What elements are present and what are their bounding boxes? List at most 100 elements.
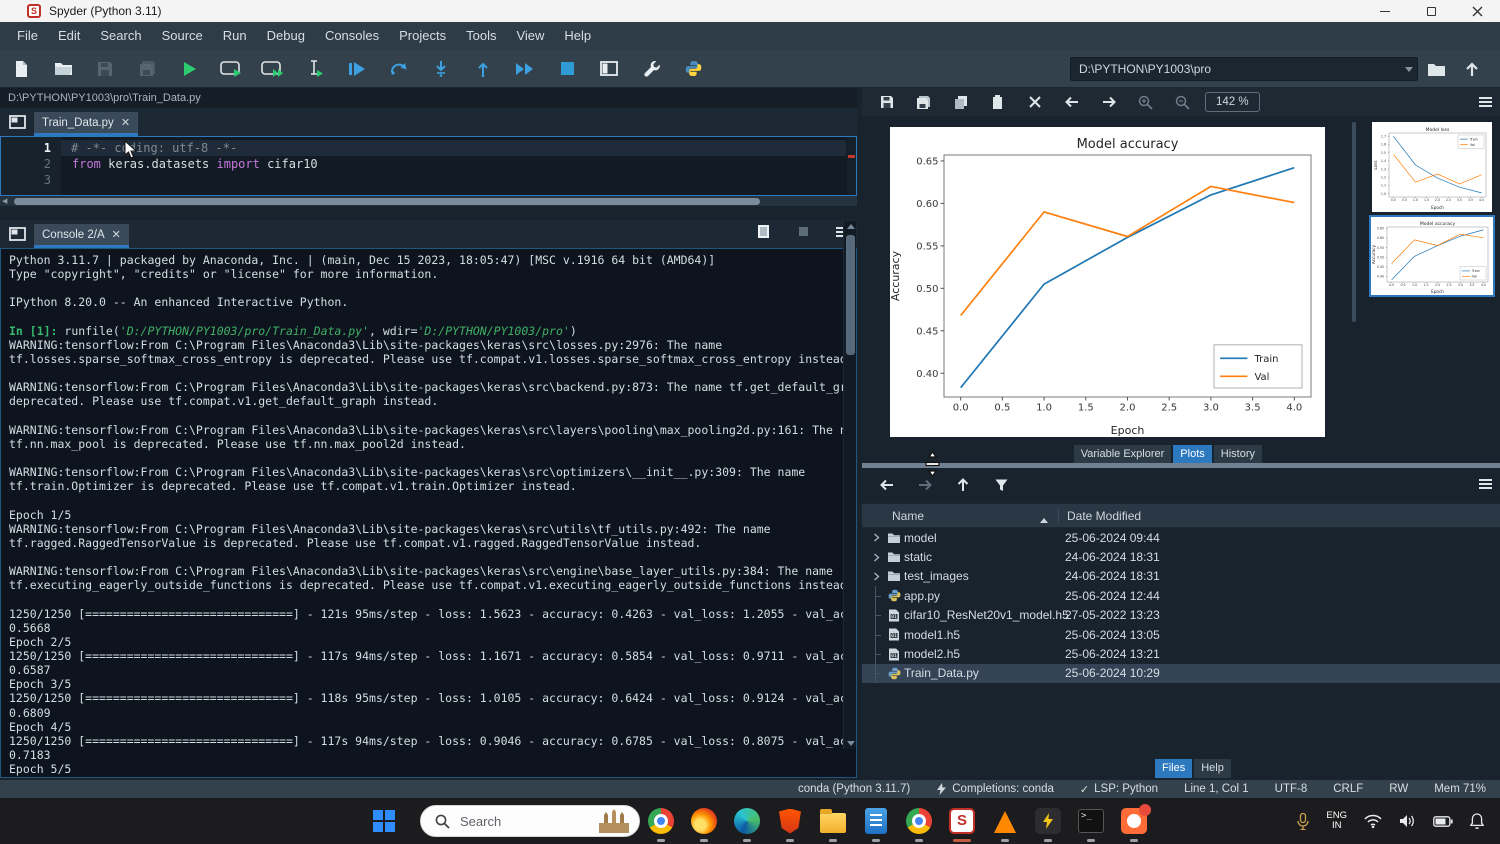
file-row-static[interactable]: static24-06-2024 18:31 — [862, 547, 1500, 566]
new-console-icon[interactable] — [756, 224, 771, 239]
console-scrollbar-thumb[interactable] — [846, 235, 855, 355]
taskbar-notepad[interactable] — [860, 805, 892, 837]
taskbar-vlc[interactable] — [989, 805, 1021, 837]
plot-thumbnail-loss[interactable]: 0.00.51.01.52.02.53.03.54.01.01.11.21.31… — [1372, 122, 1492, 212]
copy-plot-button[interactable] — [942, 88, 979, 116]
menu-search[interactable]: Search — [90, 22, 151, 50]
open-file-button[interactable] — [42, 50, 84, 88]
preferences-button[interactable] — [630, 50, 672, 88]
save-all-plots-button[interactable] — [905, 88, 942, 116]
parent-directory-button[interactable] — [1454, 57, 1490, 81]
new-file-button[interactable] — [0, 50, 42, 88]
browse-consoles-icon[interactable] — [0, 220, 34, 248]
debug-file-button[interactable] — [336, 50, 378, 88]
code-line[interactable]: from keras.datasets import cifar10 — [62, 156, 846, 172]
taskbar-spyder-active[interactable]: S — [946, 805, 978, 837]
continue-button[interactable] — [504, 50, 546, 88]
file-row-cifar10-resnet20v1-model-h5[interactable]: 01cifar10_ResNet20v1_model.h527-05-2022 … — [862, 606, 1500, 625]
menu-consoles[interactable]: Consoles — [315, 22, 389, 50]
editor-tab-train-data[interactable]: Train_Data.py ✕ — [34, 112, 138, 136]
taskbar-chrome-profile[interactable] — [903, 805, 935, 837]
expand-chevron-icon[interactable] — [873, 553, 880, 562]
minimize-button[interactable] — [1362, 0, 1408, 22]
run-cell-button[interactable] — [210, 50, 252, 88]
start-button[interactable] — [368, 805, 400, 837]
taskbar-postman[interactable] — [1118, 805, 1150, 837]
run-cell-advance-button[interactable] — [252, 50, 294, 88]
close-button[interactable] — [1454, 0, 1500, 22]
taskbar-search-box[interactable]: Search — [420, 805, 640, 837]
files-parent-button[interactable] — [944, 470, 982, 500]
zoom-in-button[interactable] — [1127, 88, 1164, 116]
tab-files[interactable]: Files — [1155, 759, 1192, 778]
menu-help[interactable]: Help — [554, 22, 601, 50]
taskbar-firefox[interactable] — [688, 805, 720, 837]
menu-edit[interactable]: Edit — [48, 22, 90, 50]
scroll-left-icon[interactable]: ◀ — [2, 197, 7, 205]
remove-all-plots-button[interactable] — [1016, 88, 1053, 116]
maximize-button[interactable] — [1408, 0, 1454, 22]
expand-chevron-icon[interactable] — [873, 533, 880, 542]
battery-icon[interactable] — [1433, 816, 1453, 827]
menu-file[interactable]: File — [7, 22, 48, 50]
rerun-button[interactable] — [378, 50, 420, 88]
tab-history[interactable]: History — [1214, 445, 1262, 464]
working-directory-combobox[interactable]: D:\PYTHON\PY1003\pro — [1070, 57, 1418, 81]
plots-options-icon[interactable] — [1479, 95, 1492, 109]
step-into-button[interactable] — [420, 50, 462, 88]
code-line[interactable] — [62, 172, 846, 188]
taskbar-lightning-app[interactable] — [1032, 805, 1064, 837]
file-row-train-data-py[interactable]: Train_Data.py25-06-2024 10:29 — [862, 664, 1500, 683]
tab-help[interactable]: Help — [1194, 759, 1231, 778]
wifi-icon[interactable] — [1364, 814, 1382, 828]
file-row-test-images[interactable]: test_images24-06-2024 18:31 — [862, 567, 1500, 586]
menu-run[interactable]: Run — [213, 22, 257, 50]
notifications-bell-icon[interactable] — [1470, 813, 1484, 829]
search-highlight-image[interactable] — [599, 809, 629, 833]
file-row-model[interactable]: model25-06-2024 09:44 — [862, 528, 1500, 547]
plot-thumbnail-accuracy-selected[interactable]: 0.00.51.01.52.02.53.03.54.00.400.450.500… — [1369, 215, 1495, 297]
run-file-button[interactable] — [168, 50, 210, 88]
files-back-button[interactable] — [868, 470, 906, 500]
file-row-model1-h5[interactable]: 01model1.h525-06-2024 13:05 — [862, 625, 1500, 644]
file-row-app-py[interactable]: app.py25-06-2024 12:44 — [862, 586, 1500, 605]
browse-tabs-icon[interactable] — [0, 108, 34, 136]
taskbar-chrome[interactable] — [645, 805, 677, 837]
editor-vertical-scrollbar[interactable] — [847, 137, 856, 195]
editor-horizontal-scrollbar[interactable]: ◀ — [0, 196, 857, 206]
column-header-name[interactable]: Name — [862, 509, 1058, 523]
ipython-console[interactable]: Python 3.11.7 | packaged by Anaconda, In… — [0, 248, 857, 778]
save-all-button[interactable] — [126, 50, 168, 88]
console-vertical-scrollbar[interactable] — [843, 221, 856, 749]
console-tab[interactable]: Console 2/A ✕ — [34, 224, 129, 248]
microphone-icon[interactable] — [1297, 813, 1309, 830]
tab-plots[interactable]: Plots — [1173, 445, 1211, 464]
step-return-button[interactable] — [462, 50, 504, 88]
speaker-icon[interactable] — [1399, 814, 1416, 828]
next-plot-button[interactable] — [1090, 88, 1127, 116]
save-button[interactable] — [84, 50, 126, 88]
taskbar-file-explorer[interactable] — [817, 805, 849, 837]
menu-tools[interactable]: Tools — [456, 22, 506, 50]
expand-chevron-icon[interactable] — [873, 572, 880, 581]
pane-splitter[interactable] — [862, 463, 1500, 468]
column-header-date-modified[interactable]: Date Modified — [1058, 509, 1500, 523]
scroll-down-icon[interactable] — [847, 741, 855, 746]
remove-plot-button[interactable] — [979, 88, 1016, 116]
save-plot-button[interactable] — [868, 88, 905, 116]
stop-button[interactable] — [546, 50, 588, 88]
menu-source[interactable]: Source — [152, 22, 213, 50]
thumbnails-scrollbar[interactable] — [1352, 122, 1356, 322]
previous-plot-button[interactable] — [1053, 88, 1090, 116]
zoom-out-button[interactable] — [1164, 88, 1201, 116]
scrollbar-thumb[interactable] — [14, 198, 760, 205]
files-options-icon[interactable] — [1479, 477, 1492, 491]
browse-directory-button[interactable] — [1418, 57, 1454, 81]
menu-view[interactable]: View — [506, 22, 554, 50]
scroll-up-icon[interactable] — [847, 224, 855, 229]
taskbar-brave[interactable] — [774, 805, 806, 837]
file-row-model2-h5[interactable]: 01model2.h525-06-2024 13:21 — [862, 644, 1500, 663]
close-console-icon[interactable]: ✕ — [112, 228, 121, 241]
taskbar-terminal[interactable]: >_ — [1075, 805, 1107, 837]
language-indicator[interactable]: ENGIN — [1326, 811, 1347, 831]
